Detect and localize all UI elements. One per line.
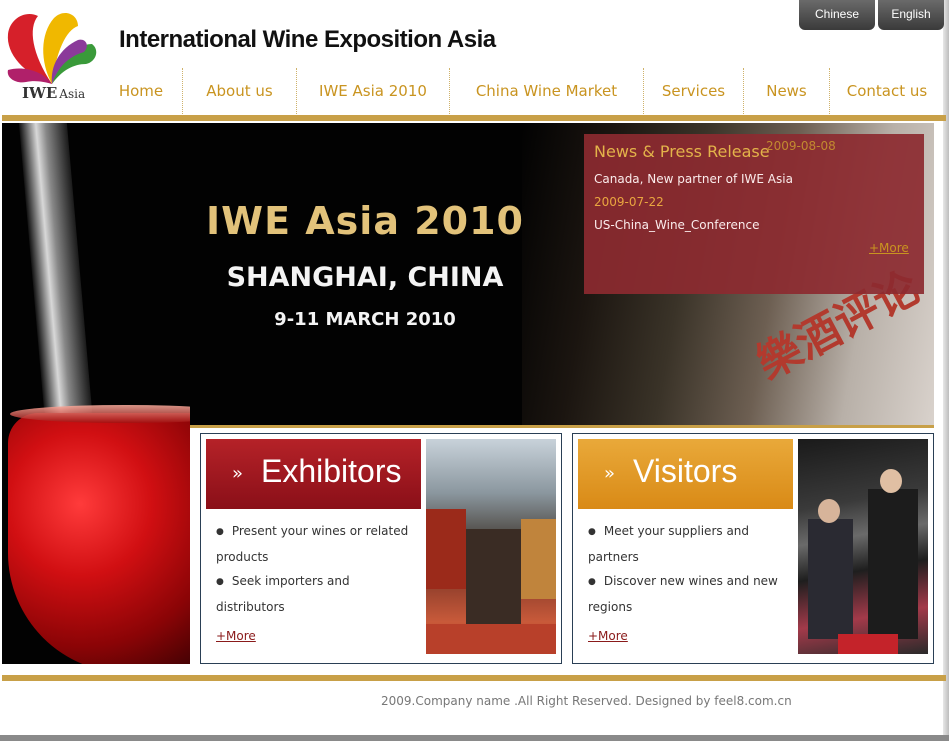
logo-wordmark: IWE Asia [22,84,85,102]
logo-text: IWE [22,84,58,102]
main-nav: Home About us IWE Asia 2010 China Wine M… [100,68,944,114]
news-date: 2009-07-22 [594,195,664,209]
list-item: Seek importers and distributors [216,569,421,619]
copyright-text: 2009.Company name .All Right Reserved. D… [381,694,792,708]
exhibitors-title: Exhibitors [261,453,402,489]
language-english-button[interactable]: English [878,0,944,30]
list-item: Present your wines or related products [216,519,421,569]
double-chevron-right-icon: » [604,463,616,484]
visitors-header[interactable]: » Visitors [578,439,793,509]
exhibition-hall-photo [426,439,556,654]
exhibitors-more-link[interactable]: +More [216,629,256,643]
double-chevron-right-icon: » [232,463,244,484]
nav-iwe-asia-2010[interactable]: IWE Asia 2010 [297,68,449,114]
red-wine-liquid [8,413,190,664]
news-heading: News & Press Release [594,142,770,161]
site-title: International Wine Exposition Asia [119,26,496,53]
list-item: Meet your suppliers and partners [588,519,793,569]
nav-china-wine-market[interactable]: China Wine Market [450,68,643,114]
nav-about-us[interactable]: About us [183,68,296,114]
logo-subtext: Asia [59,87,86,101]
window-bottom-edge [0,735,949,741]
exhibitors-card: » Exhibitors Present your wines or relat… [200,433,562,664]
exhibitors-bullet-list: Present your wines or related products S… [216,519,421,619]
visitors-bullet-list: Meet your suppliers and partners Discove… [588,519,793,619]
header-divider [2,115,946,121]
news-item-link[interactable]: Canada, New partner of IWE Asia [594,172,793,186]
logo-petals-icon [7,12,97,85]
news-date: 2009-08-08 [766,139,836,153]
visitors-more-link[interactable]: +More [588,629,628,643]
banner-dates: 9-11 MARCH 2010 [274,309,456,330]
exhibitors-header[interactable]: » Exhibitors [206,439,421,509]
section-divider [190,425,934,428]
news-more-link[interactable]: +More [869,241,909,255]
nav-services[interactable]: Services [644,68,743,114]
footer-divider [2,675,946,681]
news-item-link[interactable]: US-China_Wine_Conference [594,218,760,232]
nav-contact-us[interactable]: Contact us [830,68,944,114]
news-panel: News & Press Release 2009-08-08 Canada, … [584,134,924,294]
nav-home[interactable]: Home [100,68,182,114]
nav-news[interactable]: News [744,68,829,114]
language-chinese-button[interactable]: Chinese [799,0,875,30]
visitors-card: » Visitors Meet your suppliers and partn… [572,433,934,664]
list-item: Discover new wines and new regions [588,569,793,619]
wine-tasting-visitors-photo [798,439,928,654]
visitors-title: Visitors [633,453,738,489]
